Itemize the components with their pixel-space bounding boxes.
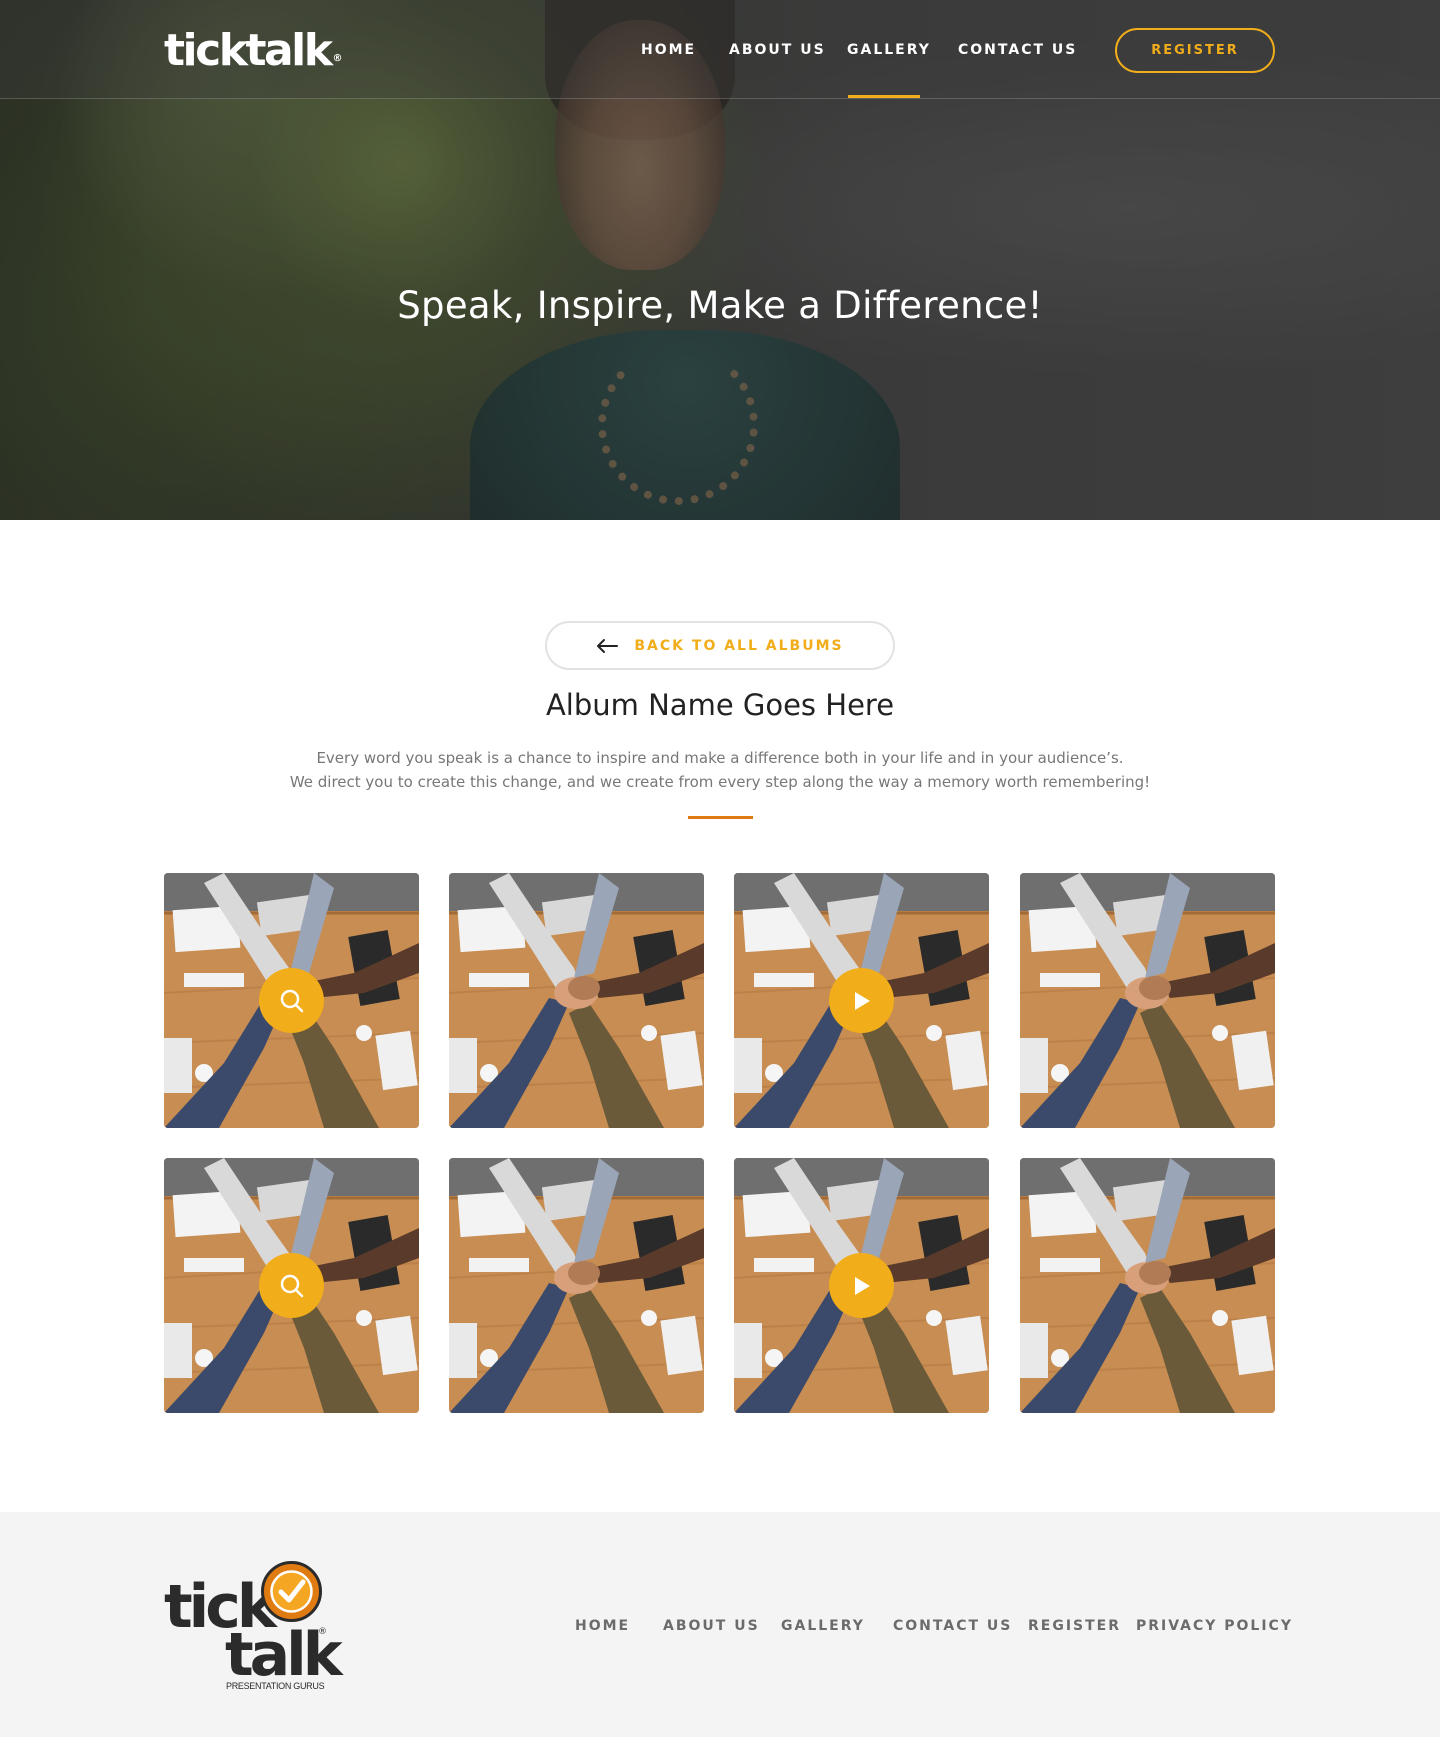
gallery-item[interactable] bbox=[164, 1158, 419, 1413]
checkmark-badge-icon bbox=[261, 1561, 322, 1622]
header-logo[interactable]: ticktalk ® bbox=[164, 24, 343, 78]
footer-logo[interactable]: tick talk ® PRESENTATION GURUS bbox=[164, 1560, 343, 1695]
gallery-item[interactable] bbox=[449, 1158, 704, 1413]
teamwork-hands-photo bbox=[449, 1158, 704, 1413]
search-icon bbox=[280, 989, 303, 1012]
play-button[interactable] bbox=[829, 1253, 894, 1318]
hero-title: Speak, Inspire, Make a Difference! bbox=[397, 284, 1043, 327]
header-logo-trademark: ® bbox=[332, 53, 343, 64]
teamwork-hands-photo bbox=[1020, 1158, 1275, 1413]
nav-item-about-us[interactable]: ABOUT US bbox=[729, 40, 826, 60]
nav-item-home[interactable]: HOME bbox=[641, 40, 696, 60]
nav-item-gallery[interactable]: GALLERY bbox=[847, 40, 931, 60]
search-icon bbox=[280, 1274, 303, 1297]
nav-item-contact-us[interactable]: CONTACT US bbox=[958, 40, 1077, 60]
section-divider bbox=[688, 816, 753, 819]
footer-link-gallery[interactable]: GALLERY bbox=[781, 1616, 865, 1636]
gallery-item[interactable] bbox=[734, 873, 989, 1128]
footer: tick talk ® PRESENTATION GURUS HOME ABOU… bbox=[0, 1512, 1440, 1737]
footer-logo-trademark: ® bbox=[318, 1627, 327, 1637]
gallery-item[interactable] bbox=[449, 873, 704, 1128]
footer-link-home[interactable]: HOME bbox=[575, 1616, 630, 1636]
footer-link-about-us[interactable]: ABOUT US bbox=[663, 1616, 760, 1636]
hero-banner: ticktalk ® HOME ABOUT US GALLERY CONTACT … bbox=[0, 0, 1440, 520]
teamwork-hands-photo bbox=[449, 873, 704, 1128]
zoom-button[interactable] bbox=[259, 1253, 324, 1318]
zoom-button[interactable] bbox=[259, 968, 324, 1033]
gallery-item[interactable] bbox=[164, 873, 419, 1128]
album-description-line-2: We direct you to create this change, and… bbox=[289, 773, 1151, 791]
footer-logo-tagline: PRESENTATION GURUS bbox=[226, 1681, 325, 1691]
album-title: Album Name Goes Here bbox=[545, 688, 895, 722]
play-button[interactable] bbox=[829, 968, 894, 1033]
footer-link-contact-us[interactable]: CONTACT US bbox=[893, 1616, 1012, 1636]
top-navbar: ticktalk ® HOME ABOUT US GALLERY CONTACT … bbox=[0, 0, 1440, 99]
arrow-left-icon bbox=[597, 638, 619, 653]
footer-link-privacy-policy[interactable]: PRIVACY POLICY bbox=[1136, 1616, 1293, 1636]
back-to-albums-button[interactable]: BACK TO ALL ALBUMS bbox=[545, 621, 895, 670]
album-description-line-1: Every word you speak is a chance to insp… bbox=[316, 749, 1124, 767]
album-description: Every word you speak is a chance to insp… bbox=[220, 746, 1220, 794]
back-to-albums-label: BACK TO ALL ALBUMS bbox=[634, 637, 844, 654]
footer-link-register[interactable]: REGISTER bbox=[1028, 1616, 1121, 1636]
nav-active-indicator bbox=[848, 95, 920, 98]
play-icon bbox=[854, 991, 870, 1010]
play-icon bbox=[854, 1276, 870, 1295]
gallery-item[interactable] bbox=[1020, 873, 1275, 1128]
register-button[interactable]: REGISTER bbox=[1115, 28, 1275, 73]
gallery-item[interactable] bbox=[734, 1158, 989, 1413]
header-logo-text: ticktalk bbox=[164, 25, 333, 76]
teamwork-hands-photo bbox=[1020, 873, 1275, 1128]
gallery-item[interactable] bbox=[1020, 1158, 1275, 1413]
